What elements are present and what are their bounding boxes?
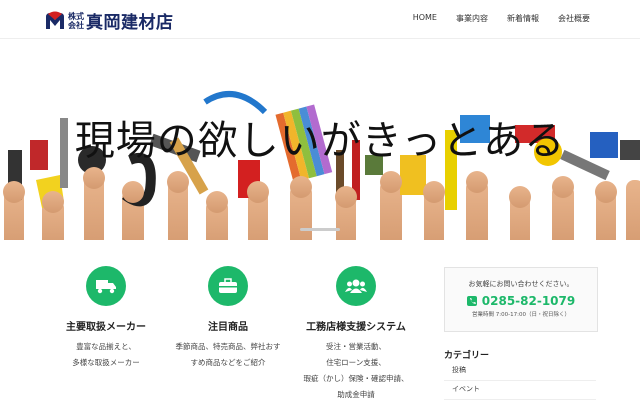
nav-company[interactable]: 会社概要 <box>558 13 590 24</box>
feature-line: 豊富な品揃えと、 <box>76 342 136 351</box>
category-item-posts[interactable]: 投稿 <box>444 362 596 381</box>
site-header: 株式 会社 真岡建材店 HOME 事業内容 新着情報 会社概要 <box>0 0 640 39</box>
logo-small-top: 株式 <box>68 11 84 21</box>
feature-description: 季節商品、特売商品、弊社おす すめ商品などをご紹介 <box>168 339 288 371</box>
feature-builder-support[interactable]: 工務店様支援システム 受注・営業活動、 住宅ローン支援、 瑕疵（かし）保険・確認… <box>296 266 416 403</box>
contact-phone: 0285-82-1079 <box>481 294 576 308</box>
feature-description: 豊富な品揃えと、 多様な取扱メーカー <box>46 339 166 371</box>
logo-company-name: 真岡建材店 <box>86 13 174 33</box>
site-logo[interactable]: 株式 会社 真岡建材店 <box>44 8 174 33</box>
feature-line: 多様な取扱メーカー <box>72 358 140 367</box>
toolbox-icon <box>208 266 248 306</box>
feature-featured-products[interactable]: 注目商品 季節商品、特売商品、弊社おす すめ商品などをご紹介 <box>168 266 288 371</box>
nav-home[interactable]: HOME <box>413 13 437 24</box>
category-item-events[interactable]: イベント <box>444 381 596 400</box>
contact-lead: お気軽にお問い合わせください。 <box>468 280 574 288</box>
feature-title: 主要取扱メーカー <box>66 322 146 333</box>
feature-line: 住宅ローン支援、 <box>326 358 386 367</box>
nav-news[interactable]: 新着情報 <box>507 13 539 24</box>
contact-box: お気軽にお問い合わせください。 0285-82-1079 営業時間 7:00-1… <box>444 267 598 332</box>
phone-icon <box>466 296 477 306</box>
logo-kabushiki: 株式 会社 <box>68 12 84 30</box>
feature-manufacturers[interactable]: 主要取扱メーカー 豊富な品揃えと、 多様な取扱メーカー <box>46 266 166 371</box>
feature-title: 工務店様支援システム <box>306 322 406 333</box>
contact-phone-link[interactable]: 0285-82-1079 <box>445 294 597 308</box>
nav-business[interactable]: 事業内容 <box>456 13 488 24</box>
hero-banner: 現場の欲しいがきっとある <box>0 40 640 240</box>
users-icon <box>336 266 376 306</box>
logo-mark-icon <box>44 11 66 31</box>
feature-line: 助成金申請 <box>337 390 375 399</box>
feature-line: すめ商品などをご紹介 <box>190 358 266 367</box>
truck-icon <box>86 266 126 306</box>
hero-title: 現場の欲しいがきっとある <box>74 118 566 164</box>
feature-description: 受注・営業活動、 住宅ローン支援、 瑕疵（かし）保険・確認申請、 助成金申請 <box>296 339 416 403</box>
category-heading: カテゴリー <box>444 351 490 361</box>
feature-line: 季節商品、特売商品、弊社おす <box>175 342 281 351</box>
feature-title: 注目商品 <box>208 322 248 333</box>
feature-line: 瑕疵（かし）保険・確認申請、 <box>303 374 409 383</box>
main-nav: HOME 事業内容 新着情報 会社概要 <box>394 13 590 24</box>
logo-small-bottom: 会社 <box>68 20 84 30</box>
feature-line: 受注・営業活動、 <box>326 342 386 351</box>
contact-hours: 営業時間 7:00-17:00（日・祝日除く） <box>472 312 570 318</box>
